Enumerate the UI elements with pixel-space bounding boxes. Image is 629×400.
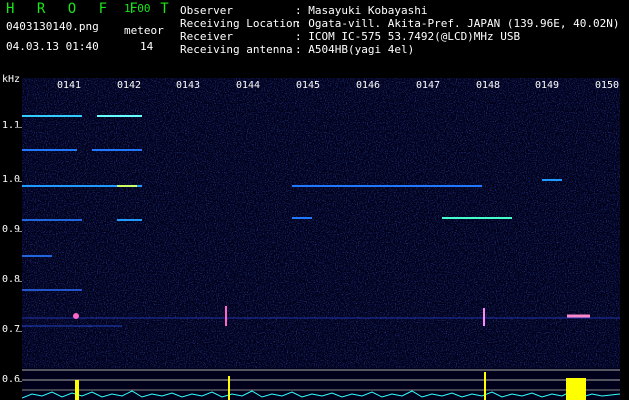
minute-label: 0147 xyxy=(416,80,441,91)
observer-row: Observer : Masayuki Kobayashi xyxy=(180,4,427,17)
observer-value: : Masayuki Kobayashi xyxy=(295,4,428,17)
receiver-row: Receiver : ICOM IC-575 53.7492(@LCD)MHz U… xyxy=(180,30,520,43)
minute-label: 0146 xyxy=(356,80,381,91)
location-value: : Ogata-vill. Akita-Pref. JAPAN (139.96E… xyxy=(295,17,620,30)
file-name: 0403130140.png xyxy=(6,20,99,33)
location-row: Receiving Location: Ogata-vill. Akita-Pr… xyxy=(180,17,620,30)
receiver-key: Receiver xyxy=(180,30,233,43)
minute-label: 0141 xyxy=(57,80,82,91)
meteor-label: meteor xyxy=(124,24,164,37)
meteor-count: 14 xyxy=(140,40,154,53)
meteor-spike xyxy=(566,378,586,400)
axis-unit-label: kHz xyxy=(2,74,21,85)
receiver-value: : ICOM IC-575 53.7492(@LCD)MHz USB xyxy=(295,30,521,43)
meteor-ping xyxy=(73,313,79,319)
app-version: 1.00 xyxy=(124,2,151,15)
header-panel: H R O F F T 1.00 0403130140.png meteor 0… xyxy=(0,0,629,72)
minute-label: 0142 xyxy=(117,80,142,91)
y-label-1-1: 1.1 xyxy=(2,120,21,131)
y-label-0-9: 0.9 xyxy=(2,224,21,235)
y-label-0-7: 0.7 xyxy=(2,324,21,335)
meteor-spike xyxy=(75,380,79,400)
antenna-key: Receiving antenna xyxy=(180,43,293,56)
meteor-spike xyxy=(228,376,230,400)
minute-label: 0149 xyxy=(535,80,560,91)
y-label-0-6: 0.6 xyxy=(2,374,21,385)
antenna-value: : A504HB(yagi 4el) xyxy=(295,43,415,56)
date-time: 04.03.13 01:40 xyxy=(6,40,99,53)
minute-label: 0143 xyxy=(176,80,201,91)
observer-key: Observer xyxy=(180,4,233,17)
y-label-1-0: 1.0 xyxy=(2,174,21,185)
spectrogram-noise xyxy=(22,78,620,368)
minute-label: 0148 xyxy=(476,80,501,91)
minute-label: 0145 xyxy=(296,80,321,91)
meteor-spike xyxy=(484,372,486,400)
antenna-row: Receiving antenna: A504HB(yagi 4el) xyxy=(180,43,414,56)
location-key: Receiving Location xyxy=(180,17,300,30)
minute-label: 0150 xyxy=(595,80,620,91)
minute-label: 0144 xyxy=(236,80,261,91)
spectrogram-panel xyxy=(22,78,620,400)
y-label-0-8: 0.8 xyxy=(2,274,21,285)
